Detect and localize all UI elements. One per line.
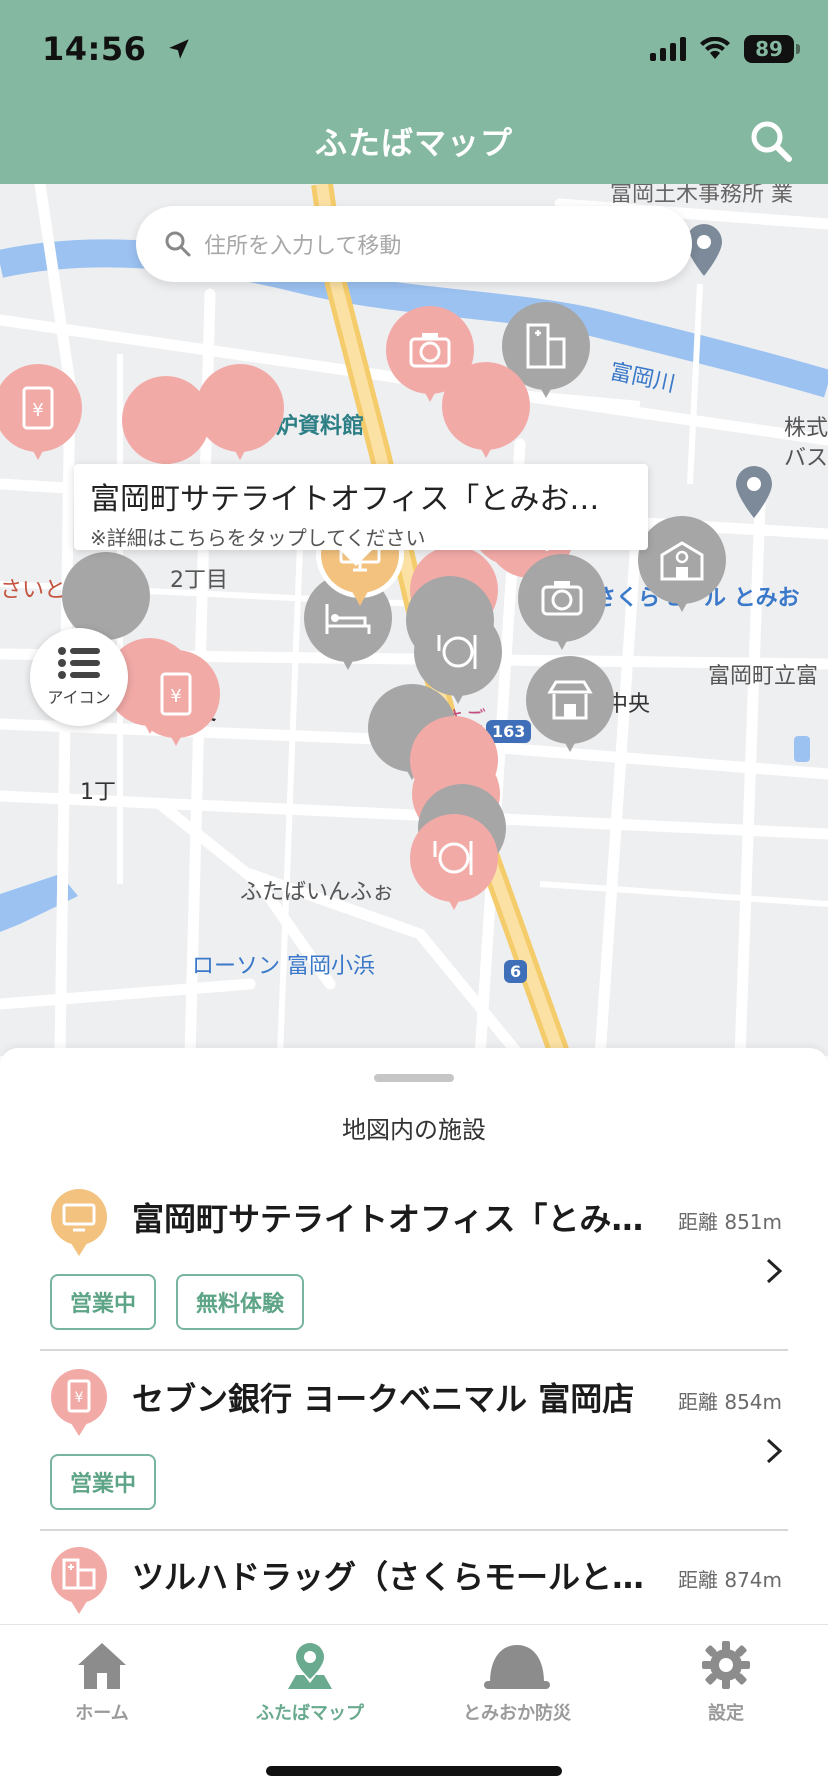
chevron-right-icon[interactable]	[764, 1436, 784, 1466]
status-time-text: 14:56	[42, 30, 147, 68]
cellular-signal-icon	[650, 37, 686, 61]
list-icon	[58, 647, 100, 679]
page-title: ふたばマップ	[314, 124, 513, 162]
map-label: バス	[784, 446, 828, 471]
tab-label: とみおか防災	[463, 1703, 571, 1724]
atm-icon: ¥	[51, 1369, 107, 1436]
facility-tags: 営業中	[50, 1454, 157, 1510]
map-pin-icon	[288, 1643, 332, 1689]
home-indicator[interactable]	[266, 1766, 562, 1776]
home-icon	[78, 1643, 126, 1689]
search-icon[interactable]	[748, 118, 794, 164]
map-label: ふたばいんふぉ	[240, 880, 395, 905]
sheet-drag-handle[interactable]	[374, 1074, 454, 1082]
status-badge: 営業中	[50, 1454, 157, 1510]
location-arrow-icon	[166, 32, 192, 70]
route-6-badge: 6	[504, 960, 528, 983]
search-placeholder: 住所を入力して移動	[204, 234, 402, 259]
callout-title: 富岡町サテライトオフィス「とみお…	[90, 482, 600, 517]
tab-label: ふたばマップ	[256, 1703, 364, 1724]
facility-list-item[interactable]: ¥ セブン銀行 ヨークベニマル 富岡店 距離 854m 営業中	[40, 1368, 788, 1510]
map-label: ローソン 富岡小浜	[192, 954, 375, 979]
tab-label: ホーム	[75, 1703, 129, 1724]
tab-futaba-map[interactable]: ふたばマップ	[230, 1639, 390, 1725]
facility-sheet[interactable]: 地図内の施設 富岡町サテライトオフィス「とみ… 距離 851m 営業中 無料体験…	[0, 1048, 828, 1624]
facility-name: ツルハドラッグ（さくらモールと…	[132, 1558, 645, 1596]
facility-callout[interactable]: 富岡町サテライトオフィス「とみお… ※詳細はこちらをタップしてください	[74, 464, 648, 566]
svg-text:¥: ¥	[32, 400, 43, 421]
atm-pin-icon[interactable]: ¥	[0, 364, 82, 466]
facility-distance: 距離 851m	[677, 1210, 782, 1234]
status-badge: 無料体験	[176, 1274, 305, 1330]
divider	[40, 1529, 788, 1531]
facility-tags: 営業中 無料体験	[50, 1274, 305, 1330]
status-time: 14:56	[42, 30, 192, 70]
battery-indicator: 89	[744, 35, 800, 63]
callout-note: ※詳細はこちらをタップしてください	[90, 526, 426, 550]
helmet-icon	[484, 1645, 550, 1689]
address-search-input[interactable]: 住所を入力して移動	[136, 206, 692, 282]
restaurant-pin-icon[interactable]	[196, 364, 284, 466]
store-pin-icon[interactable]	[526, 656, 614, 758]
facility-name: セブン銀行 ヨークベニマル 富岡店	[132, 1380, 635, 1418]
wifi-icon	[700, 37, 730, 59]
tab-label: 設定	[708, 1703, 744, 1724]
tab-settings[interactable]: 設定	[646, 1639, 806, 1725]
map-label: 株式	[784, 416, 828, 441]
camera-pin-icon[interactable]	[518, 554, 606, 656]
restaurant-pin-icon[interactable]	[410, 814, 498, 916]
gear-icon	[702, 1641, 750, 1689]
facility-distance: 距離 874m	[677, 1568, 782, 1592]
school-pin-icon[interactable]	[638, 516, 726, 618]
atm-pin-icon[interactable]: ¥	[132, 650, 220, 752]
status-badge: 営業中	[50, 1274, 157, 1330]
tab-home[interactable]: ホーム	[22, 1639, 182, 1725]
map-label: 1丁	[80, 780, 116, 805]
map-view[interactable]: 富岡土木事務所 業 富岡川 東京電力廃炉資料館 株式 バス さいとう眼科 2丁目…	[0, 184, 828, 1056]
facility-list-item[interactable]: ツルハドラッグ（さくらモールと… 距離 874m	[40, 1546, 788, 1626]
facility-name: 富岡町サテライトオフィス「とみ…	[132, 1200, 644, 1238]
status-indicators: 89	[650, 34, 800, 64]
facility-distance: 距離 854m	[677, 1390, 782, 1414]
svg-text:¥: ¥	[170, 686, 181, 707]
tab-tomioka-bousai[interactable]: とみおか防災	[437, 1639, 597, 1725]
drugstore-icon	[51, 1547, 107, 1614]
map-label: 2丁目	[170, 568, 228, 593]
search-icon	[165, 231, 191, 257]
icon-legend-label: アイコン	[47, 688, 111, 707]
svg-text:¥: ¥	[75, 1390, 84, 1406]
monitor-icon	[51, 1189, 107, 1256]
icon-legend-button[interactable]: アイコン	[30, 628, 128, 726]
place-marker-icon[interactable]	[734, 466, 774, 520]
app-header: 14:56 89 ふたばマップ	[0, 0, 828, 184]
shop-pin-icon[interactable]	[442, 362, 530, 464]
chevron-right-icon[interactable]	[764, 1256, 784, 1286]
facility-list-item[interactable]: 富岡町サテライトオフィス「とみ… 距離 851m 営業中 無料体験	[40, 1188, 788, 1330]
divider	[40, 1349, 788, 1351]
map-label: 富岡土木事務所 業	[610, 184, 793, 207]
map-label: 富岡町立富	[708, 664, 819, 689]
sheet-title: 地図内の施設	[342, 1116, 486, 1144]
